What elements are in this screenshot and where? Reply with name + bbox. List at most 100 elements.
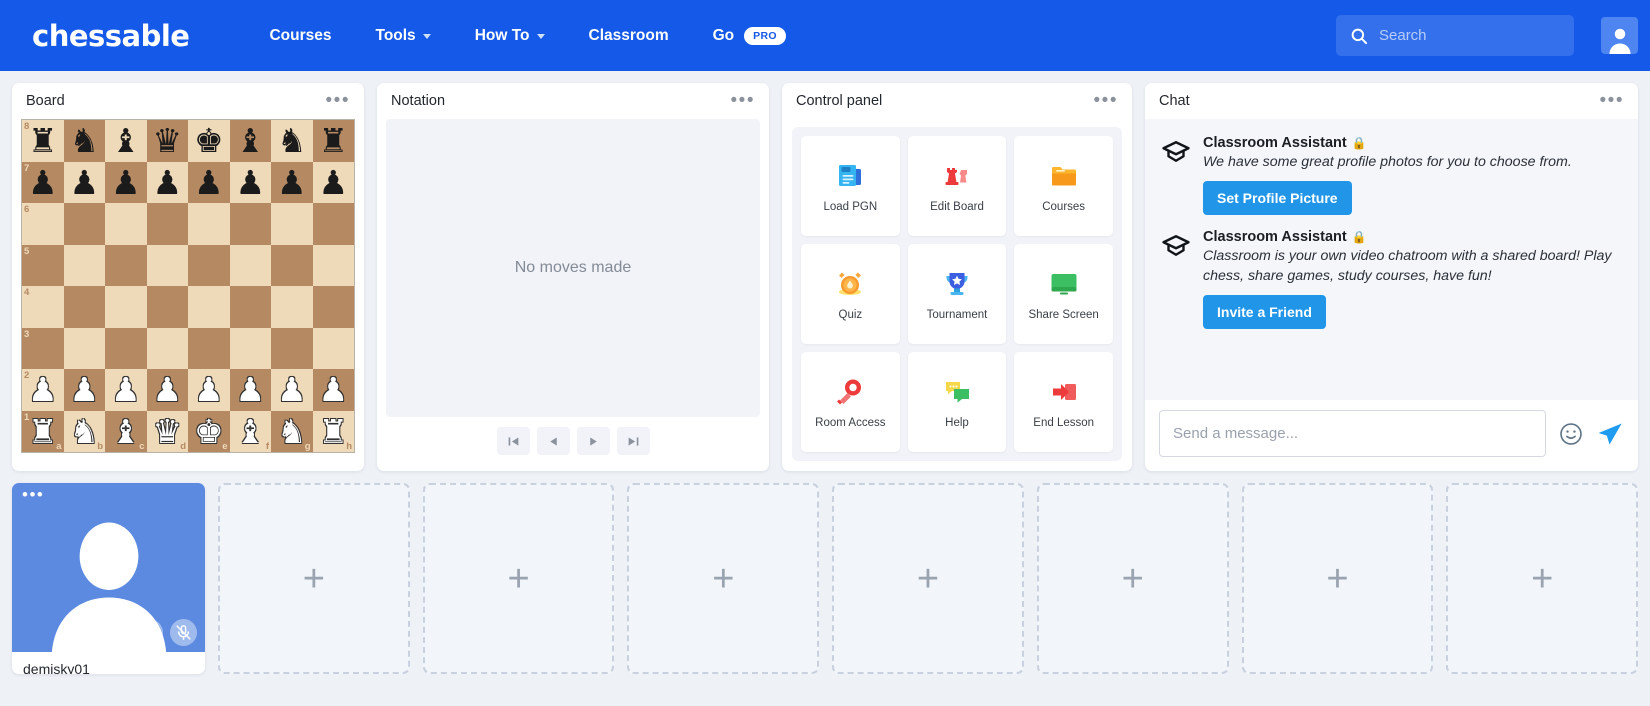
chess-piece[interactable]: ♟ bbox=[28, 373, 58, 406]
board-square[interactable] bbox=[146, 286, 188, 328]
board-square[interactable]: ♟ bbox=[229, 369, 271, 411]
next-move-button[interactable] bbox=[576, 427, 610, 455]
participant-tile-self[interactable]: ••• demisky01 bbox=[12, 483, 205, 674]
send-message-button[interactable] bbox=[1596, 420, 1624, 448]
board-square[interactable]: ♟ bbox=[146, 369, 188, 411]
board-square[interactable]: e ♚ bbox=[188, 410, 230, 452]
board-square[interactable] bbox=[63, 203, 105, 245]
invite-a-friend-button[interactable]: Invite a Friend bbox=[1203, 295, 1326, 330]
chess-piece[interactable]: ♟ bbox=[318, 166, 348, 199]
participant-menu-icon[interactable]: ••• bbox=[22, 486, 44, 503]
board-square[interactable] bbox=[63, 244, 105, 286]
participant-slot-empty[interactable]: + bbox=[832, 483, 1024, 674]
board-square[interactable]: ♟ bbox=[105, 161, 147, 203]
chess-piece[interactable]: ♝ bbox=[235, 415, 265, 448]
set-profile-picture-button[interactable]: Set Profile Picture bbox=[1203, 181, 1352, 216]
camera-off-badge[interactable] bbox=[136, 619, 163, 646]
chess-piece[interactable]: ♟ bbox=[277, 166, 307, 199]
chess-piece[interactable]: ♜ bbox=[28, 415, 58, 448]
board-square[interactable]: ♚ bbox=[188, 120, 230, 162]
emoji-picker-button[interactable] bbox=[1558, 421, 1584, 447]
chess-piece[interactable]: ♚ bbox=[194, 124, 224, 157]
chess-piece[interactable]: ♝ bbox=[111, 415, 141, 448]
board-square[interactable] bbox=[271, 327, 313, 369]
chess-piece[interactable]: ♛ bbox=[152, 415, 182, 448]
board-square[interactable] bbox=[105, 286, 147, 328]
chess-piece[interactable]: ♟ bbox=[152, 166, 182, 199]
board-square[interactable]: ♟ bbox=[105, 369, 147, 411]
nav-courses[interactable]: Courses bbox=[247, 19, 353, 53]
board-square[interactable]: ♟ bbox=[271, 369, 313, 411]
board-square[interactable] bbox=[63, 286, 105, 328]
board-square[interactable]: ♞ bbox=[271, 120, 313, 162]
board-square[interactable]: 1 a ♜ bbox=[22, 410, 64, 452]
board-square[interactable]: h ♜ bbox=[312, 410, 354, 452]
board-square[interactable] bbox=[229, 286, 271, 328]
chess-piece[interactable]: ♟ bbox=[235, 166, 265, 199]
nav-classroom[interactable]: Classroom bbox=[567, 19, 691, 53]
nav-how-to[interactable]: How To bbox=[453, 19, 567, 53]
chat-panel-menu-icon[interactable]: ••• bbox=[1600, 91, 1624, 110]
board-square[interactable]: f ♝ bbox=[229, 410, 271, 452]
participant-slot-empty[interactable]: + bbox=[1446, 483, 1639, 674]
first-move-button[interactable] bbox=[496, 427, 530, 455]
notation-panel-menu-icon[interactable]: ••• bbox=[731, 91, 755, 110]
board-square[interactable]: ♝ bbox=[229, 120, 271, 162]
board-square[interactable]: 4 bbox=[22, 286, 64, 328]
board-square[interactable] bbox=[229, 203, 271, 245]
participant-slot-empty[interactable]: + bbox=[422, 483, 615, 674]
chess-piece[interactable]: ♛ bbox=[152, 124, 182, 157]
participant-slot-empty[interactable]: + bbox=[1036, 483, 1229, 674]
board-square[interactable]: d ♛ bbox=[146, 410, 188, 452]
last-move-button[interactable] bbox=[616, 427, 650, 455]
chess-piece[interactable]: ♞ bbox=[277, 415, 307, 448]
control-help[interactable]: Help bbox=[907, 352, 1007, 452]
chess-piece[interactable]: ♟ bbox=[194, 373, 224, 406]
board-square[interactable] bbox=[229, 327, 271, 369]
chess-piece[interactable]: ♞ bbox=[69, 415, 99, 448]
control-quiz[interactable]: Quiz bbox=[801, 244, 900, 344]
board-square[interactable] bbox=[271, 244, 313, 286]
participant-slot-empty[interactable]: + bbox=[218, 483, 410, 674]
board-square[interactable]: 2 ♟ bbox=[22, 369, 64, 411]
board-square[interactable] bbox=[105, 244, 147, 286]
board-square[interactable] bbox=[312, 327, 354, 369]
board-square[interactable]: ♟ bbox=[63, 369, 105, 411]
board-square[interactable]: g ♞ bbox=[271, 410, 313, 452]
search-input[interactable] bbox=[1379, 27, 1560, 44]
control-edit-board[interactable]: Edit Board bbox=[907, 136, 1007, 236]
search-box[interactable] bbox=[1336, 15, 1574, 56]
chess-piece[interactable]: ♟ bbox=[235, 373, 265, 406]
board-square[interactable]: b ♞ bbox=[63, 410, 105, 452]
chess-piece[interactable]: ♝ bbox=[111, 124, 141, 157]
chess-piece[interactable]: ♟ bbox=[28, 166, 58, 199]
chess-piece[interactable]: ♟ bbox=[69, 373, 99, 406]
nav-go-pro[interactable]: Go PRO bbox=[691, 19, 808, 53]
chess-piece[interactable]: ♜ bbox=[28, 124, 58, 157]
participant-slot-empty[interactable]: + bbox=[1241, 483, 1434, 674]
board-square[interactable] bbox=[63, 327, 105, 369]
board-square[interactable]: ♛ bbox=[146, 120, 188, 162]
board-square[interactable]: ♟ bbox=[229, 161, 271, 203]
nav-tools[interactable]: Tools bbox=[354, 19, 453, 53]
control-room-access[interactable]: Room Access bbox=[801, 352, 900, 452]
board-square[interactable]: ♟ bbox=[146, 161, 188, 203]
chess-piece[interactable]: ♞ bbox=[277, 124, 307, 157]
board-square[interactable]: 6 bbox=[22, 203, 64, 245]
board-square[interactable] bbox=[105, 327, 147, 369]
board-square[interactable]: ♟ bbox=[63, 161, 105, 203]
chess-piece[interactable]: ♟ bbox=[111, 373, 141, 406]
board-square[interactable] bbox=[312, 286, 354, 328]
board-square[interactable] bbox=[146, 244, 188, 286]
chess-piece[interactable]: ♜ bbox=[318, 124, 348, 157]
chat-message-list[interactable]: Classroom Assistant 🔒 We have some great p… bbox=[1145, 119, 1638, 400]
chess-piece[interactable]: ♞ bbox=[69, 124, 99, 157]
board-square[interactable]: ♟ bbox=[188, 369, 230, 411]
control-tournament[interactable]: Tournament bbox=[907, 244, 1007, 344]
mic-off-badge[interactable] bbox=[170, 619, 197, 646]
board-square[interactable] bbox=[271, 286, 313, 328]
board-square[interactable] bbox=[188, 203, 230, 245]
previous-move-button[interactable] bbox=[536, 427, 570, 455]
board-square[interactable]: ♝ bbox=[105, 120, 147, 162]
participant-slot-empty[interactable]: + bbox=[627, 483, 820, 674]
